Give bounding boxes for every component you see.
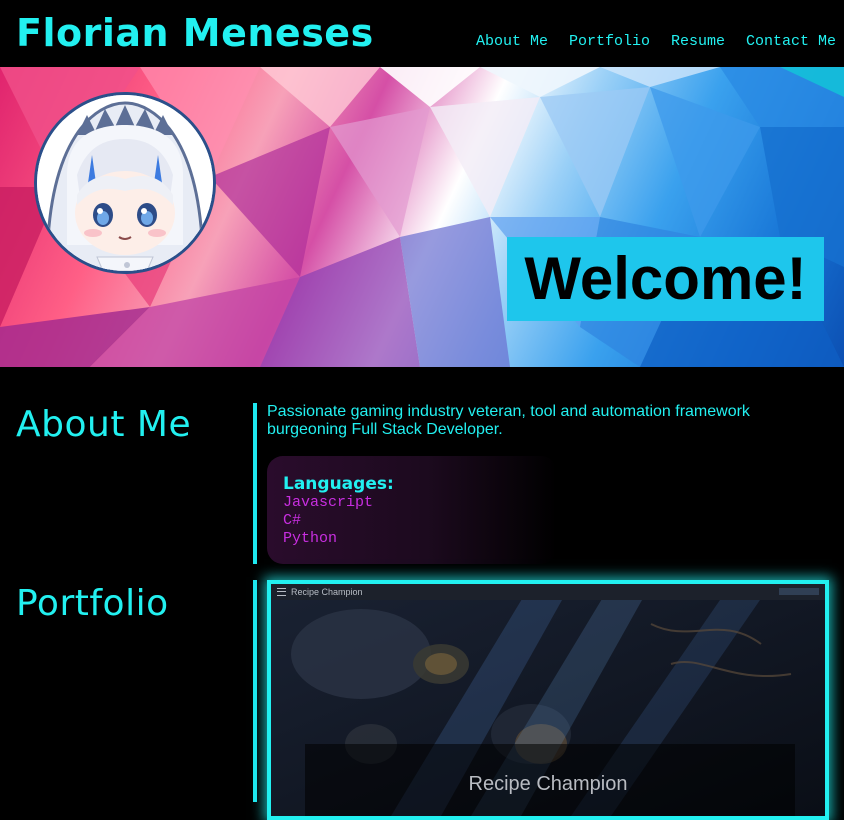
anime-avatar-illustration xyxy=(37,95,213,271)
nav-link-contact-me[interactable]: Contact Me xyxy=(746,33,836,50)
languages-title: Languages: xyxy=(283,474,394,494)
hamburger-menu-icon xyxy=(277,588,286,596)
hero-banner: Welcome! xyxy=(0,67,844,367)
portfolio-heading: Portfolio xyxy=(16,583,169,624)
welcome-banner: Welcome! xyxy=(507,237,824,321)
nav-link-resume[interactable]: Resume xyxy=(671,33,725,50)
languages-card: Languages: Javascript C# Python xyxy=(267,456,557,564)
language-item-javascript: Javascript xyxy=(283,494,374,511)
portfolio-divider xyxy=(253,580,257,802)
about-divider xyxy=(253,403,257,564)
language-item-csharp: C# xyxy=(283,512,302,529)
project-app-bar-links xyxy=(779,588,819,595)
site-header: Florian Meneses About Me Portfolio Resum… xyxy=(0,0,844,67)
about-description: Passionate gaming industry veteran, tool… xyxy=(267,403,750,438)
project-app-bar: Recipe Champion xyxy=(271,584,825,600)
profile-avatar xyxy=(37,95,213,271)
nav-link-about-me[interactable]: About Me xyxy=(476,33,548,50)
site-title[interactable]: Florian Meneses xyxy=(16,14,374,52)
main-nav: About Me Portfolio Resume Contact Me xyxy=(476,33,836,50)
language-item-python: Python xyxy=(283,530,338,547)
portfolio-project-card[interactable]: Recipe Champion Recipe Champion xyxy=(267,580,829,820)
about-me-heading: About Me xyxy=(16,404,192,445)
project-app-bar-title: Recipe Champion xyxy=(291,587,363,597)
welcome-text: Welcome! xyxy=(524,245,807,312)
nav-link-portfolio[interactable]: Portfolio xyxy=(569,33,650,50)
project-caption: Recipe Champion xyxy=(468,773,628,795)
